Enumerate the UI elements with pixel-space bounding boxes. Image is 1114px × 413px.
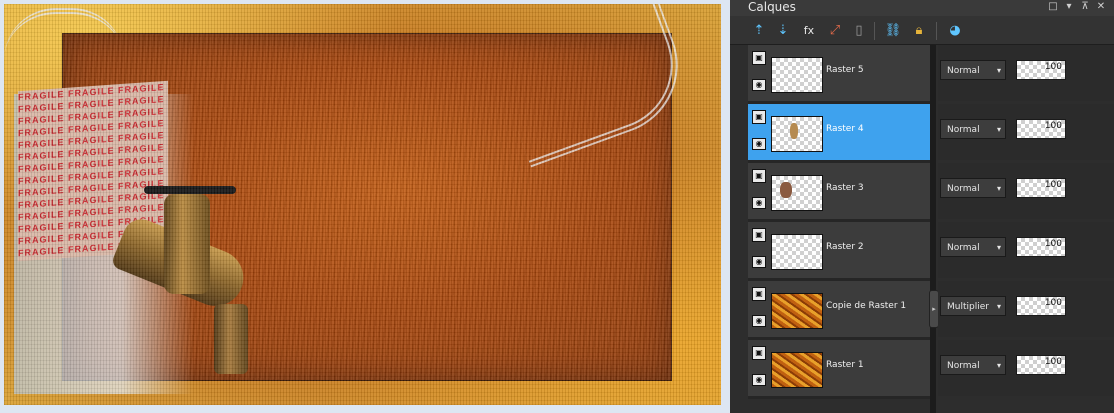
layer-lock-icon[interactable]: ▣	[752, 51, 766, 65]
layer-properties: Normal ▾ 100	[938, 104, 1114, 160]
visibility-toggle-icon[interactable]: ◕	[946, 22, 964, 40]
layer-lock-icon[interactable]: ▣	[752, 287, 766, 301]
layer-row-raster-2[interactable]: ▣ ◉ Raster 2	[748, 222, 930, 281]
smoke-decoration-left	[4, 8, 124, 60]
layer-name[interactable]: Raster 5	[826, 65, 864, 75]
layer-lock-icon[interactable]: ▣	[752, 169, 766, 183]
maximize-icon[interactable]: □	[1046, 1, 1060, 12]
layer-properties: Normal ▾ 100	[938, 340, 1114, 396]
mask-icon[interactable]: ⤢	[826, 22, 844, 40]
close-icon[interactable]: ✕	[1094, 1, 1108, 12]
layer-lock-icon[interactable]: ▣	[752, 346, 766, 360]
layer-name[interactable]: Raster 4	[826, 124, 864, 134]
blend-mode-select[interactable]: Normal ▾	[940, 178, 1006, 198]
link-icon[interactable]: ⛓	[884, 22, 902, 40]
eye-icon[interactable]: ◉	[752, 256, 766, 268]
toolbar-separator	[936, 22, 937, 40]
inner-frame	[62, 33, 672, 381]
layer-row-raster-1[interactable]: ▣ ◉ Raster 1	[748, 340, 930, 399]
layer-name[interactable]: Copie de Raster 1	[826, 301, 906, 311]
chevron-down-icon: ▾	[996, 184, 1001, 193]
layer-properties: Normal ▾ 100	[938, 222, 1114, 278]
blend-mode-select[interactable]: Normal ▾	[940, 119, 1006, 139]
opacity-field[interactable]: 100	[1016, 355, 1066, 375]
image-canvas-area[interactable]: FRAGILE FRAGILE FRAGILE FRAGILE FRAGILE F…	[0, 0, 730, 413]
layer-thumbnail	[771, 234, 823, 270]
layer-thumbnail	[771, 116, 823, 152]
blend-mode-select[interactable]: Multiplier ▾	[940, 296, 1006, 316]
column-divider	[930, 45, 936, 413]
panel-titlebar[interactable]: Calques □ ▾ ⊼ ✕	[730, 0, 1114, 16]
panel-title: Calques	[748, 0, 796, 14]
blend-mode-select[interactable]: Normal ▾	[940, 355, 1006, 375]
delete-layer-icon[interactable]: ▯	[850, 22, 868, 40]
layer-properties: Normal ▾ 100	[938, 45, 1114, 101]
blend-mode-select[interactable]: Normal ▾	[940, 237, 1006, 257]
eye-icon[interactable]: ◉	[752, 79, 766, 91]
layer-thumbnail	[771, 57, 823, 93]
eye-icon[interactable]: ◉	[752, 315, 766, 327]
layer-properties: Multiplier ▾ 100	[938, 281, 1114, 337]
layer-name[interactable]: Raster 2	[826, 242, 864, 252]
smoke-decoration-right	[487, 4, 698, 168]
layers-panel: Calques □ ▾ ⊼ ✕ ⇡ ⇣ fx ⤢ ▯ ⛓ 🔒︎ ◕ ▣ ◉ Ra…	[730, 0, 1114, 413]
chevron-down-icon: ▾	[996, 66, 1001, 75]
menu-dropdown-icon[interactable]: ▾	[1062, 1, 1076, 12]
layers-toolbar: ⇡ ⇣ fx ⤢ ▯ ⛓ 🔒︎ ◕	[730, 16, 1114, 45]
layer-thumbnail	[771, 175, 823, 211]
opacity-field[interactable]: 100	[1016, 237, 1066, 257]
blend-mode-select[interactable]: Normal ▾	[940, 60, 1006, 80]
layer-thumbnail	[771, 352, 823, 388]
layer-name[interactable]: Raster 3	[826, 183, 864, 193]
lock-icon[interactable]: 🔒︎	[910, 22, 928, 40]
faucet-handle	[144, 186, 236, 194]
chevron-down-icon: ▾	[996, 125, 1001, 134]
fragile-box: FRAGILE FRAGILE FRAGILE FRAGILE FRAGILE F…	[18, 80, 168, 262]
new-raster-layer-icon[interactable]: ⇡	[750, 22, 768, 40]
brass-pipe	[110, 213, 252, 315]
new-vector-layer-icon[interactable]: ⇣	[774, 22, 792, 40]
wall-tile	[14, 94, 194, 394]
layer-name[interactable]: Raster 1	[826, 360, 864, 370]
layer-row-copie-de-raster-1[interactable]: ▣ ◉ Copie de Raster 1	[748, 281, 930, 340]
opacity-field[interactable]: 100	[1016, 178, 1066, 198]
chevron-down-icon: ▾	[996, 361, 1001, 370]
faucet-spout	[214, 304, 248, 374]
chevron-down-icon: ▾	[996, 243, 1001, 252]
chevron-down-icon: ▾	[996, 302, 1001, 311]
layer-row-raster-4[interactable]: ▣ ◉ Raster 4	[748, 104, 930, 163]
opacity-field[interactable]: 100	[1016, 296, 1066, 316]
layer-properties: Normal ▾ 100	[938, 163, 1114, 219]
layer-lock-icon[interactable]: ▣	[752, 228, 766, 242]
fx-effects-icon[interactable]: fx	[800, 22, 818, 40]
image-canvas[interactable]: FRAGILE FRAGILE FRAGILE FRAGILE FRAGILE F…	[4, 4, 721, 405]
opacity-field[interactable]: 100	[1016, 119, 1066, 139]
layer-row-raster-5[interactable]: ▣ ◉ Raster 5	[748, 45, 930, 104]
faucet-body	[164, 194, 210, 294]
eye-icon[interactable]: ◉	[752, 138, 766, 150]
opacity-field[interactable]: 100	[1016, 60, 1066, 80]
layer-row-raster-3[interactable]: ▣ ◉ Raster 3	[748, 163, 930, 222]
toolbar-separator	[874, 22, 875, 40]
layer-lock-icon[interactable]: ▣	[752, 110, 766, 124]
eye-icon[interactable]: ◉	[752, 197, 766, 209]
layer-thumbnail	[771, 293, 823, 329]
pin-icon[interactable]: ⊼	[1078, 1, 1092, 12]
eye-icon[interactable]: ◉	[752, 374, 766, 386]
